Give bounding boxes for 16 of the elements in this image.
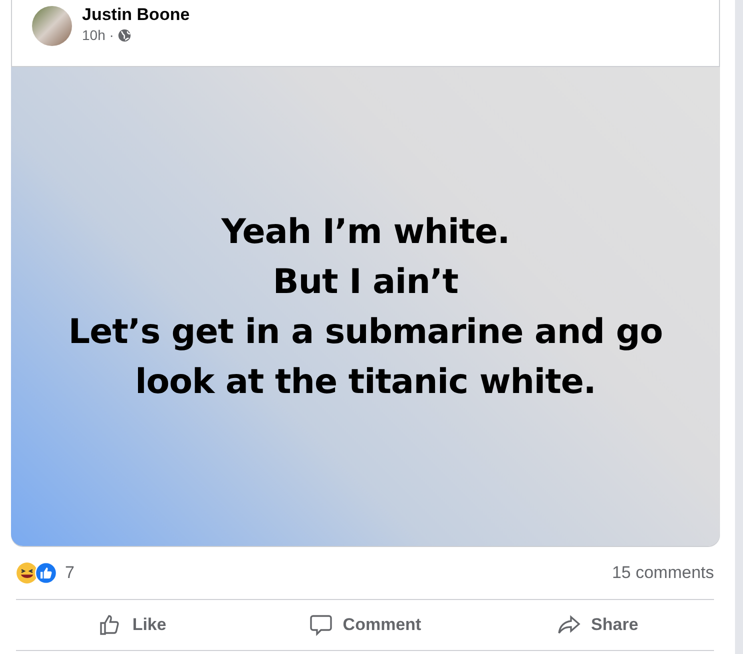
- like-button[interactable]: Like: [16, 600, 249, 650]
- globe-icon: [118, 28, 131, 42]
- author-name[interactable]: Justin Boone: [82, 6, 190, 25]
- reaction-count[interactable]: 7: [65, 560, 74, 586]
- speech-bubble-icon: [308, 613, 333, 637]
- comment-count[interactable]: 15 comments: [612, 560, 714, 586]
- comment-button[interactable]: Comment: [248, 600, 482, 650]
- post-text-line: look at the titanic white.: [135, 360, 596, 404]
- share-button[interactable]: Share: [481, 600, 714, 650]
- avatar[interactable]: [32, 6, 72, 46]
- laugh-reaction-icon[interactable]: [16, 562, 38, 584]
- post-text-line: Let’s get in a submarine and go: [68, 310, 663, 354]
- post-text-line: But I ain’t: [272, 260, 458, 304]
- post-time[interactable]: 10h ·: [82, 24, 114, 46]
- like-reaction-icon[interactable]: [35, 562, 57, 584]
- post-text-line: Yeah I’m white.: [221, 210, 510, 254]
